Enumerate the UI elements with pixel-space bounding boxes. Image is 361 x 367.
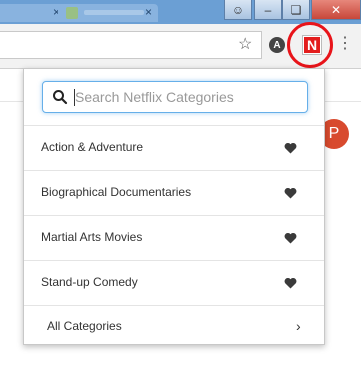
address-bar[interactable] <box>0 31 262 59</box>
close-window-button[interactable]: ✕ <box>311 0 361 20</box>
minimize-button[interactable]: – <box>254 0 282 20</box>
maximize-button[interactable]: ❏ <box>282 0 310 20</box>
category-label[interactable]: Biographical Documentaries <box>41 185 191 199</box>
extension-a-letter: A <box>273 39 281 51</box>
browser-tab[interactable]: × <box>0 4 66 22</box>
browser-menu-icon[interactable]: ⋮ <box>337 36 353 52</box>
close-icon: ✕ <box>330 2 342 17</box>
minimize-icon: – <box>264 2 272 17</box>
highlight-circle-annotation <box>287 22 333 68</box>
heart-icon[interactable] <box>284 142 297 154</box>
heart-icon[interactable] <box>284 187 297 199</box>
all-categories-link[interactable]: All Categories › <box>24 305 324 343</box>
browser-tab[interactable]: × <box>58 4 158 22</box>
extension-a-icon[interactable]: A <box>269 37 285 53</box>
category-row[interactable]: Martial Arts Movies <box>24 216 324 261</box>
text-caret <box>74 89 75 106</box>
search-icon <box>53 90 68 105</box>
category-label[interactable]: Martial Arts Movies <box>41 230 142 244</box>
search-input[interactable] <box>75 86 299 108</box>
search-box[interactable] <box>42 81 308 113</box>
tab-strip: × × <box>0 0 250 22</box>
page-favicon-icon <box>66 7 78 19</box>
category-label[interactable]: Action & Adventure <box>41 140 143 154</box>
category-label[interactable]: Stand-up Comedy <box>41 275 138 289</box>
avatar-letter: P <box>328 125 340 142</box>
heart-icon[interactable] <box>284 232 297 244</box>
all-categories-label[interactable]: All Categories <box>47 319 122 333</box>
category-row[interactable]: Biographical Documentaries <box>24 171 324 216</box>
restore-icon: ❏ <box>290 2 302 17</box>
browser-title-bar: × × ☺ – ❏ ✕ <box>0 0 361 24</box>
user-icon: ☺ <box>231 2 245 17</box>
netflix-categories-popup: Action & Adventure Biographical Document… <box>23 68 325 345</box>
bookmark-star-icon[interactable]: ☆ <box>238 34 252 54</box>
category-row[interactable]: Stand-up Comedy <box>24 261 324 306</box>
close-tab-icon[interactable]: × <box>145 5 152 19</box>
chevron-right-icon[interactable]: › <box>296 318 301 334</box>
heart-icon[interactable] <box>284 277 297 289</box>
category-row[interactable]: Action & Adventure <box>24 126 324 171</box>
tab-title-blurred <box>84 10 144 15</box>
user-profile-button[interactable]: ☺ <box>224 0 252 20</box>
